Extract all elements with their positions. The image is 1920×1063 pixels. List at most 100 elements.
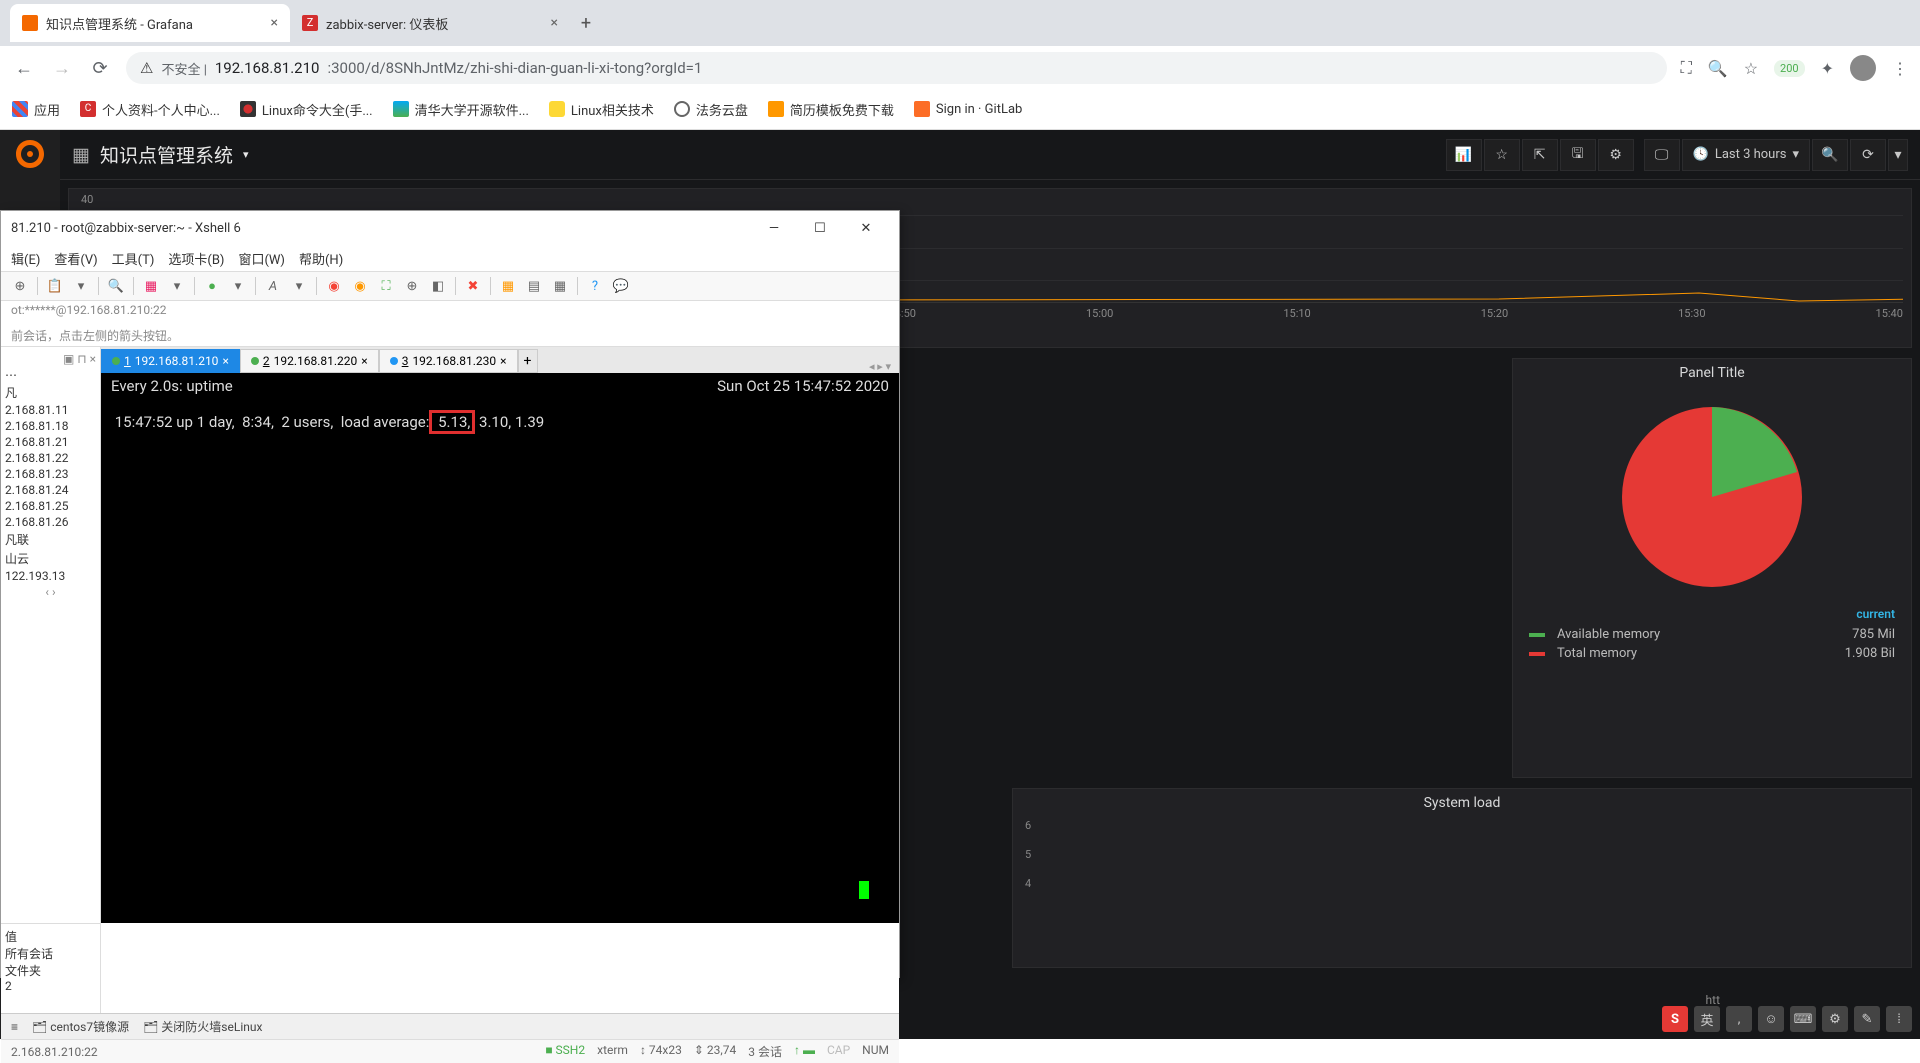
refresh-button[interactable]: ⟳ — [1850, 139, 1886, 171]
chat-icon[interactable]: 💬 — [612, 277, 630, 295]
translate-icon[interactable]: ⛶ — [1681, 58, 1692, 78]
tree-item[interactable]: 凡 — [5, 383, 96, 402]
menu-icon[interactable]: ⋮ — [1892, 59, 1908, 78]
xshell-address[interactable]: ot:******@192.168.81.210:22 — [1, 301, 899, 325]
star-icon[interactable]: ☆ — [1744, 59, 1758, 78]
toolbar-icon[interactable]: ◧ — [429, 277, 447, 295]
ime-emoji-button[interactable]: ☺ — [1758, 1006, 1784, 1032]
close-icon[interactable]: × — [271, 15, 278, 31]
tree-item[interactable]: ⋯ — [5, 367, 96, 383]
bookmark-item[interactable]: 法务云盘 — [674, 100, 748, 119]
grafana-logo-icon[interactable] — [14, 138, 46, 170]
add-panel-button[interactable]: 📊 — [1446, 139, 1482, 171]
menu-tools[interactable]: 工具(T) — [112, 249, 155, 268]
tab-nav[interactable]: ◂ ▸ ▾ — [861, 360, 899, 373]
tree-item[interactable]: 2.168.81.21 — [5, 434, 96, 450]
star-button[interactable]: ☆ — [1484, 139, 1520, 171]
toolbar-icon[interactable]: ▦ — [142, 277, 160, 295]
memory-pie-panel[interactable]: Panel Title current Available memory785 … — [1512, 358, 1912, 778]
bottom-item[interactable]: 🗂 关闭防火墙seLinux — [143, 1018, 262, 1035]
minimize-button[interactable]: — — [751, 213, 797, 243]
maximize-button[interactable]: ☐ — [797, 213, 843, 243]
terminal[interactable]: Every 2.0s: uptimeSun Oct 25 15:47:52 20… — [101, 373, 899, 923]
chevron-down-icon[interactable]: ▾ — [72, 277, 90, 295]
address-bar[interactable]: ⚠ 不安全 | 192.168.81.210:3000/d/8SNhJntMz/… — [126, 52, 1667, 84]
time-range-picker[interactable]: 🕓 Last 3 hours ▾ — [1682, 139, 1810, 171]
toolbar-icon[interactable]: ⊕ — [11, 277, 29, 295]
toolbar-icon[interactable]: ⊕ — [403, 277, 421, 295]
menu-view[interactable]: 查看(V) — [54, 249, 97, 268]
close-button[interactable]: ✕ — [843, 213, 889, 243]
apps-button[interactable]: 应用 — [12, 100, 60, 119]
profile-icon[interactable] — [1850, 55, 1876, 81]
extensions-icon[interactable]: ✦ — [1821, 59, 1834, 78]
back-button[interactable]: ← — [12, 56, 36, 80]
ime-lang-button[interactable]: 英 — [1694, 1006, 1720, 1032]
new-tab-button[interactable]: + — [570, 13, 602, 34]
xshell-titlebar[interactable]: 81.210 - root@zabbix-server:~ - Xshell 6… — [1, 211, 899, 245]
refresh-interval-button[interactable]: ▾ — [1888, 139, 1908, 171]
bookmark-item[interactable]: Sign in · GitLab — [914, 101, 1022, 117]
browser-tab-zabbix[interactable]: Z zabbix-server: 仪表板 × — [290, 4, 570, 42]
tree-item[interactable]: 2.168.81.24 — [5, 482, 96, 498]
settings-button[interactable]: ⚙ — [1598, 139, 1634, 171]
ime-settings-button[interactable]: ⚙ — [1822, 1006, 1848, 1032]
tree-item[interactable]: 2.168.81.26 — [5, 514, 96, 530]
tree-scroll[interactable]: ‹ › — [5, 584, 96, 600]
ime-sogou-icon[interactable]: S — [1662, 1006, 1688, 1032]
bottom-icon[interactable]: ≡ — [11, 1020, 18, 1034]
toolbar-icon[interactable]: ◉ — [351, 277, 369, 295]
search-icon[interactable]: 🔍 — [107, 277, 125, 295]
ime-skin-button[interactable]: ✎ — [1854, 1006, 1880, 1032]
bookmark-item[interactable]: 简历模板免费下载 — [768, 100, 894, 119]
add-tab-button[interactable]: + — [518, 349, 538, 373]
system-load-panel[interactable]: System load 654 — [1012, 788, 1912, 968]
reload-button[interactable]: ⟳ — [88, 56, 112, 80]
xshell-window[interactable]: 81.210 - root@zabbix-server:~ - Xshell 6… — [0, 210, 900, 978]
session-tab[interactable]: 3 192.168.81.230 × — [379, 349, 518, 373]
chevron-down-icon[interactable]: ▾ — [290, 277, 308, 295]
tree-item[interactable]: 2.168.81.25 — [5, 498, 96, 514]
bookmark-item[interactable]: C个人资料-个人中心... — [80, 100, 220, 119]
toolbar-icon[interactable]: ◉ — [325, 277, 343, 295]
toolbar-icon[interactable]: ▤ — [525, 277, 543, 295]
tree-pin-row[interactable]: ▣ ⊓ × — [5, 351, 96, 367]
ime-keyboard-button[interactable]: ⌨ — [1790, 1006, 1816, 1032]
menu-help[interactable]: 帮助(H) — [299, 249, 343, 268]
ime-punct-button[interactable]: , — [1726, 1006, 1752, 1032]
menu-window[interactable]: 窗口(W) — [238, 249, 285, 268]
share-button[interactable]: ⇱ — [1522, 139, 1558, 171]
session-tab[interactable]: 2 192.168.81.220 × — [240, 349, 379, 373]
tree-item[interactable]: 122.193.13 — [5, 568, 96, 584]
tree-item[interactable]: 2.168.81.22 — [5, 450, 96, 466]
menu-edit[interactable]: 辑(E) — [11, 249, 40, 268]
bottom-item[interactable]: 🗂 centos7镜像源 — [32, 1018, 129, 1035]
session-tab[interactable]: 1 192.168.81.210 × — [101, 349, 240, 373]
close-icon[interactable]: × — [500, 354, 506, 368]
ime-more-button[interactable]: ⁞ — [1886, 1006, 1912, 1032]
toolbar-icon[interactable]: ▦ — [499, 277, 517, 295]
menu-tabs[interactable]: 选项卡(B) — [168, 249, 224, 268]
tree-item[interactable]: 2.168.81.18 — [5, 418, 96, 434]
legend-item[interactable]: Available memory785 Mil — [1529, 625, 1895, 644]
bookmark-item[interactable]: Linux相关技术 — [549, 100, 654, 119]
bookmark-item[interactable]: 清华大学开源软件... — [393, 100, 529, 119]
dashboard-title[interactable]: ▦ 知识点管理系统 ▾ — [72, 141, 249, 168]
ime-toolbar[interactable]: S 英 , ☺ ⌨ ⚙ ✎ ⁞ — [1654, 999, 1920, 1039]
close-icon[interactable]: × — [361, 354, 367, 368]
toolbar-icon[interactable]: ▦ — [551, 277, 569, 295]
zoom-out-button[interactable]: 🔍 — [1812, 139, 1848, 171]
toolbar-icon[interactable]: ⛶ — [377, 277, 395, 295]
browser-tab-grafana[interactable]: 知识点管理系统 - Grafana × — [10, 4, 290, 42]
tree-item[interactable]: 2.168.81.23 — [5, 466, 96, 482]
save-button[interactable]: 🖫 — [1560, 139, 1596, 171]
bookmark-item[interactable]: Linux命令大全(手... — [240, 100, 373, 119]
tree-item[interactable]: 2.168.81.11 — [5, 402, 96, 418]
toolbar-icon[interactable]: ✖ — [464, 277, 482, 295]
legend-item[interactable]: Total memory1.908 Bil — [1529, 644, 1895, 663]
forward-button[interactable]: → — [50, 56, 74, 80]
help-icon[interactable]: ? — [586, 277, 604, 295]
close-icon[interactable]: × — [222, 354, 228, 368]
chevron-down-icon[interactable]: ▾ — [229, 277, 247, 295]
toolbar-icon[interactable]: ● — [203, 277, 221, 295]
